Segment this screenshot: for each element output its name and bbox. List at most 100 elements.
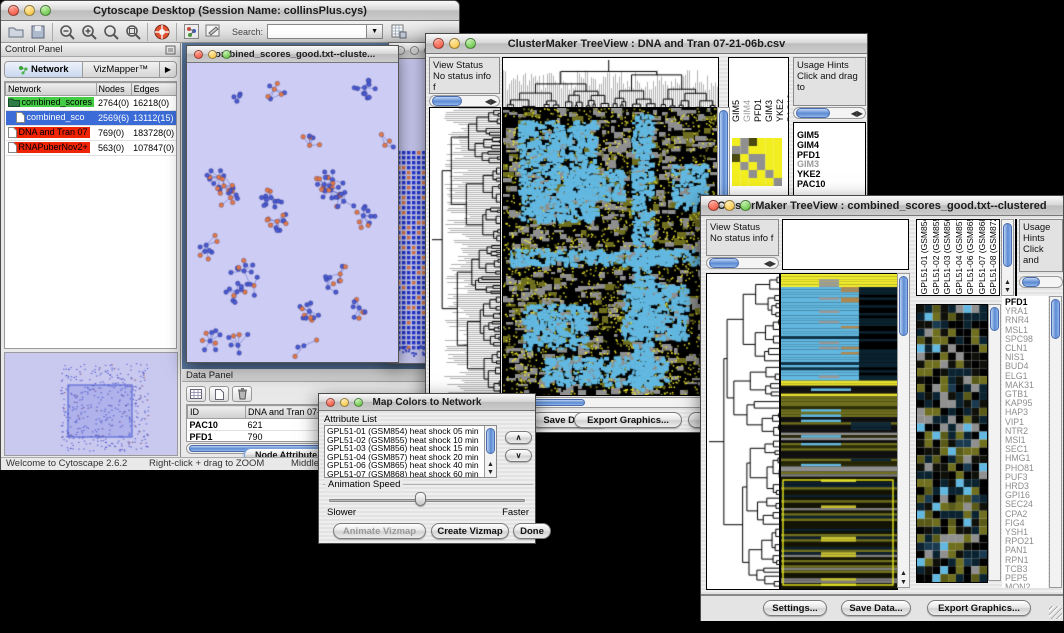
float-panel-icon[interactable] [165,45,176,55]
network-table-row[interactable]: combined_sco2569(6)13112(15) [6,111,177,126]
column-label[interactable]: PAC10 [786,94,789,122]
column-label[interactable]: PFD1 [753,99,763,122]
window-controls[interactable] [8,5,51,16]
view-status-scrollbar[interactable]: ◀▶ [429,95,500,107]
column-dendrogram-2[interactable] [782,219,909,270]
main-heatmap-1[interactable] [502,107,718,396]
treeview2-button-settings---[interactable]: Settings... [763,600,827,616]
row-labels-scrollbar[interactable] [1049,296,1062,588]
treeview2-button-export-graphics---[interactable]: Export Graphics... [927,600,1031,616]
annotation-icon[interactable] [202,22,224,41]
zoom-button[interactable] [740,200,751,211]
usage-hints-scrollbar[interactable] [1019,276,1063,288]
search-input[interactable] [267,24,367,39]
slider-thumb[interactable] [415,492,426,506]
view-status-scrollbar[interactable]: ◀▶ [706,257,779,269]
network-view-1[interactable] [187,63,398,362]
treeview2-button-save-data---[interactable]: Save Data... [841,600,911,616]
main-heatmap-2[interactable] [780,273,898,590]
help-lifesaver-icon[interactable] [151,22,173,41]
column-dendrogram-1[interactable] [502,57,719,108]
zoom-fit-icon[interactable] [122,22,144,41]
column-label[interactable]: GIM5 [731,100,741,122]
close-button[interactable] [8,5,19,16]
zoom-button[interactable] [354,398,363,407]
attribute-list-scrollbar[interactable]: ▲▼ [484,426,496,477]
zoom-in-icon[interactable] [78,22,100,41]
column-label[interactable]: GPL51-03 (GSM856) [942,219,952,294]
column-label[interactable]: GPL51-06 (GSM865) [965,219,975,294]
network-name: DNA and Tran 07 [19,127,88,137]
tab-overflow-arrow[interactable]: ▶ [160,62,176,77]
close-button[interactable] [433,38,444,49]
close-button[interactable] [326,398,335,407]
column-label[interactable]: GIM4 [742,100,752,122]
done-button[interactable]: Done [513,523,551,539]
column-label[interactable]: GPL51-01 (GSM854) [919,219,929,294]
network-nodes: 563(0) [96,141,131,156]
minimize-button[interactable] [449,38,460,49]
zoom-out-icon[interactable] [56,22,78,41]
close-button[interactable] [708,200,719,211]
row-label[interactable]: PAC10 [797,180,825,190]
network-table-row[interactable]: DNA and Tran 07769(0)183728(0) [6,126,177,141]
zoom-selected-icon[interactable] [100,22,122,41]
search-label: Search: [232,27,263,37]
resize-grip[interactable] [1049,606,1062,619]
search-dropdown-button[interactable]: ▼ [367,24,383,39]
minimize-button[interactable] [340,398,349,407]
network-window1-titlebar[interactable]: combined_scores_good.txt--cluste... [187,46,398,63]
attribute-list-item[interactable]: GPL51-07 (GSM868) heat shock 60 min [327,470,482,478]
row-dendrogram-2[interactable] [706,273,780,590]
animate-vizmap-button[interactable]: Animate Vizmap [333,523,426,539]
column-label[interactable]: GPL51-07 (GSM868) [977,219,987,294]
new-attribute-icon[interactable] [209,386,229,402]
map-dialog-titlebar[interactable]: Map Colors to Network [319,394,535,411]
gene-label[interactable]: MON2 [1005,583,1034,588]
zoom-button[interactable] [465,38,476,49]
minimize-button[interactable] [724,200,735,211]
animation-speed-slider[interactable] [329,499,525,502]
attribute-table-icon[interactable] [186,386,206,402]
network-table-row[interactable]: RNAPuberNov2+563(0)107847(0) [6,141,177,156]
treeview1-button-export-graphics---[interactable]: Export Graphics... [574,412,682,428]
network-table-header[interactable]: Network Nodes Edges [6,83,177,96]
delete-attribute-icon[interactable] [232,386,252,402]
detail-heatmap-2[interactable] [916,304,988,583]
open-folder-icon[interactable] [5,22,27,41]
tab-network[interactable]: Network [5,62,83,77]
status-welcome: Welcome to Cytoscape 2.6.2 [6,458,127,469]
treeview2-titlebar[interactable]: ClusterMaker TreeView : combined_scores_… [701,196,1063,216]
import-table-icon[interactable] [388,22,410,41]
toolbar-separator [52,23,53,41]
column-label[interactable]: GPL51-04 (GSM857) [954,219,964,294]
network-table-row[interactable]: combined_scores2764(0)16218(0) [6,96,177,111]
heatmap2-vscrollbar[interactable]: ▲▼ [897,273,910,588]
tab-vizmapper[interactable]: VizMapper™ [83,62,161,77]
birdseye-view[interactable] [4,352,178,456]
usage-hints-scrollbar[interactable]: ◀▶ [793,107,866,119]
slower-label: Slower [327,507,356,518]
column-label[interactable]: GIM3 [764,100,774,122]
detail2-vscrollbar[interactable] [988,304,1001,581]
main-titlebar[interactable]: Cytoscape Desktop (Session Name: collins… [1,1,459,21]
create-vizmap-button[interactable]: Create Vizmap [431,523,509,539]
vizmapper-nodes-icon[interactable] [180,22,202,41]
minimize-button[interactable] [24,5,35,16]
detail-heatmap-1[interactable] [732,138,782,186]
attribute-list-label: Attribute List [324,414,377,425]
zoom-button[interactable] [40,5,51,16]
column-labels-scrollbar[interactable]: ▲▼ [1001,219,1014,296]
row-dendrogram-1[interactable] [429,107,501,396]
zoom-button[interactable] [222,50,231,59]
column-label[interactable]: YKE2 [775,99,785,122]
close-button[interactable] [194,50,203,59]
save-icon[interactable] [27,22,49,41]
map-colors-dialog: Map Colors to Network Attribute List GPL… [318,393,536,544]
move-down-button[interactable]: ∨ [505,449,532,462]
move-up-button[interactable]: ∧ [505,431,532,444]
minimize-button[interactable] [208,50,217,59]
treeview1-titlebar[interactable]: ClusterMaker TreeView : DNA and Tran 07-… [426,34,867,54]
column-label[interactable]: GPL51-08 (GSM872) [988,219,998,294]
column-label[interactable]: GPL51-02 (GSM855) [931,219,941,294]
